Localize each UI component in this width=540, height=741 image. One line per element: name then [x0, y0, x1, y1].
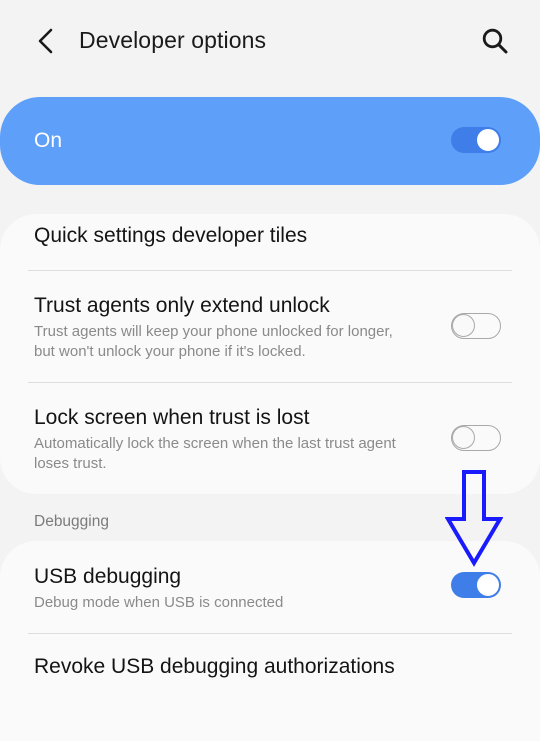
master-switch-label: On [34, 129, 63, 152]
setting-title: USB debugging [34, 565, 182, 588]
section-header-debugging: Debugging [34, 513, 109, 530]
toggle-knob [452, 426, 475, 449]
trust-agents-toggle[interactable] [451, 313, 501, 339]
setting-title: Lock screen when trust is lost [34, 406, 310, 429]
search-button[interactable] [478, 24, 512, 58]
settings-card: Quick settings developer tiles Trust age… [0, 214, 540, 494]
setting-row-quick-settings-tiles[interactable]: Quick settings developer tiles [0, 214, 540, 270]
app-bar: Developer options [0, 0, 540, 82]
back-button[interactable] [30, 24, 62, 58]
setting-title: Revoke USB debugging authorizations [34, 655, 395, 678]
toggle-knob [452, 314, 475, 337]
toggle-knob [476, 573, 500, 597]
page-title: Developer options [79, 27, 267, 53]
debugging-card: USB debugging Debug mode when USB is con… [0, 541, 540, 741]
setting-title: Trust agents only extend unlock [34, 294, 330, 317]
usb-debugging-toggle[interactable] [451, 572, 501, 598]
setting-subtitle: Trust agents will keep your phone unlock… [34, 323, 393, 360]
lock-screen-trust-toggle[interactable] [451, 425, 501, 451]
master-toggle[interactable] [451, 127, 501, 153]
chevron-left-icon [38, 28, 53, 54]
search-icon [482, 28, 508, 54]
toggle-knob [476, 128, 500, 152]
developer-options-master-switch[interactable]: On [0, 97, 540, 185]
down-arrow-annotation-icon [445, 470, 503, 567]
setting-subtitle: Debug mode when USB is connected [34, 594, 284, 611]
setting-row-revoke-usb-authorizations[interactable]: Revoke USB debugging authorizations [0, 634, 540, 708]
setting-subtitle: Automatically lock the screen when the l… [34, 435, 396, 472]
setting-title: Quick settings developer tiles [34, 224, 308, 247]
setting-row-trust-agents-extend-unlock[interactable]: Trust agents only extend unlock Trust ag… [0, 271, 540, 381]
